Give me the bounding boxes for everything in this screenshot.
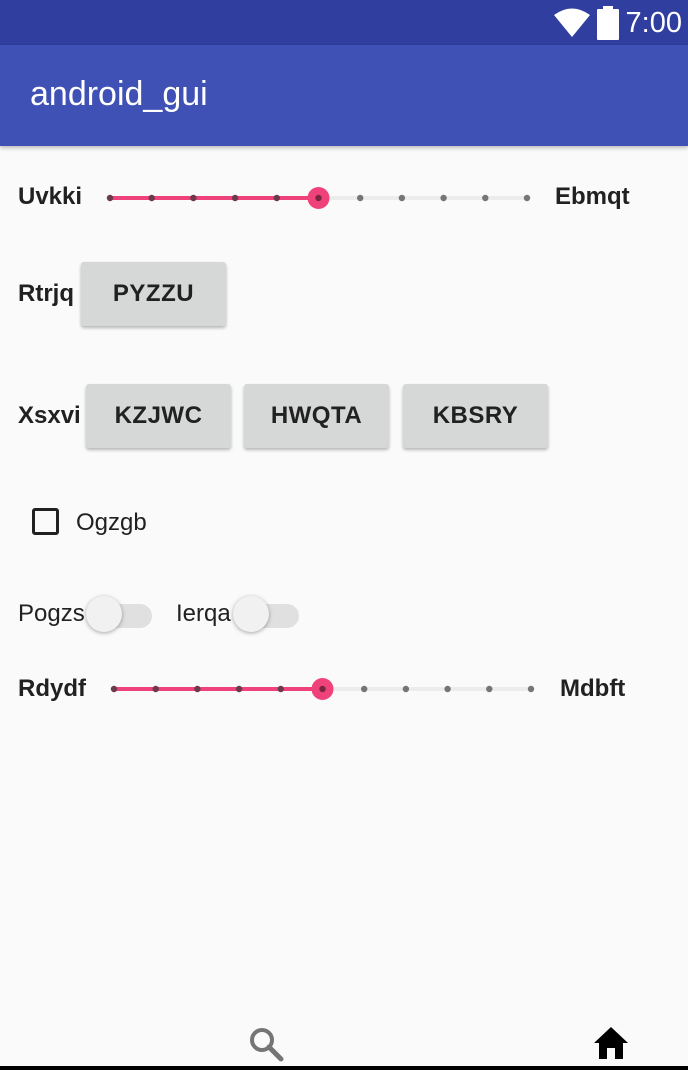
ogzgb-checkbox[interactable] [32,508,59,535]
slider-tick [194,685,201,693]
status-time: 7:00 [625,7,682,39]
slider2-right-label: Mdbft [560,675,626,702]
slider-tick [402,685,410,693]
slider-tick [190,194,197,202]
app-title: android_gui [30,75,208,113]
switch1-label: Pogzs [18,600,85,627]
bottom-navigation [0,1010,688,1070]
slider2-left-label: Rdydf [18,675,86,702]
status-bar: 7:00 [0,0,688,45]
search-icon[interactable] [248,1026,284,1062]
slider1-right-label: Ebmqt [555,183,630,210]
pyzzu-button[interactable]: PYZZU [81,262,226,326]
slider-tick [277,685,284,693]
button-row2-label: Xsxvi [18,402,81,429]
slider-tick [361,685,368,693]
slider-uvkki[interactable] [100,183,540,213]
slider-tick [235,685,243,693]
slider-thumb-dot [319,685,326,693]
slider1-left-label: Uvkki [18,183,83,210]
battery-icon [597,6,619,40]
ierqa-switch[interactable] [233,592,299,632]
hwqta-button[interactable]: HWQTA [244,384,389,448]
switch2-label: Ierqa [176,600,231,627]
slider-rdydf[interactable] [104,674,544,704]
app-bar: android_gui [0,45,688,146]
slider-tick [110,685,118,693]
home-icon[interactable] [593,1026,629,1060]
slider-tick [148,194,155,202]
nav-baseline [0,1066,688,1070]
slider-tick [398,194,406,202]
switch-thumb [86,596,122,632]
slider-tick [273,194,280,202]
slider-tick [486,685,493,693]
slider-tick [482,194,489,202]
kbsry-button[interactable]: KBSRY [403,384,548,448]
slider-tick [152,685,159,693]
slider-tick [231,194,239,202]
pogzs-switch[interactable] [86,592,152,632]
kzjwc-button[interactable]: KZJWC [86,384,231,448]
slider-tick [357,194,364,202]
button-row1-label: Rtrjq [18,280,74,307]
slider-tick [523,194,531,202]
slider-tick [444,685,451,693]
slider-tick [440,194,447,202]
slider-thumb-dot [315,194,322,202]
checkbox-label: Ogzgb [76,509,147,536]
slider-tick [527,685,535,693]
wifi-icon [554,8,590,37]
slider-tick [106,194,114,202]
switch-thumb [233,596,269,632]
